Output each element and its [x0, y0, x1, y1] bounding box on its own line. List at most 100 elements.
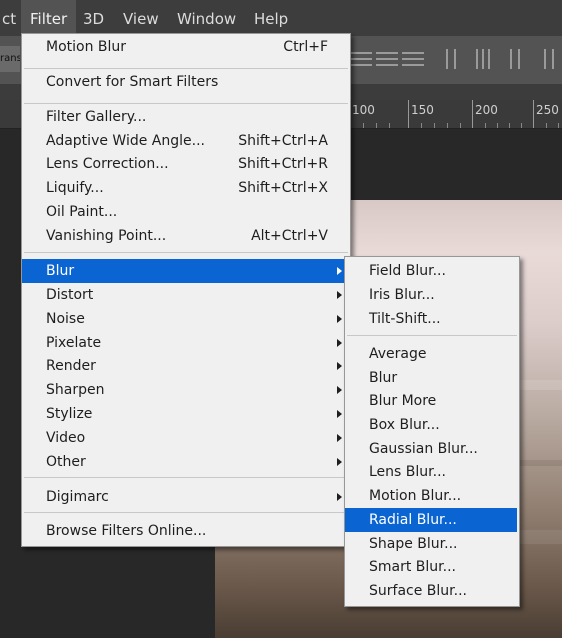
- menu-item-render[interactable]: Render: [22, 354, 350, 378]
- menu-item-label: Oil Paint...: [46, 204, 118, 220]
- menu-item-label: Convert for Smart Filters: [46, 74, 219, 90]
- align-center-icon[interactable]: [472, 49, 494, 69]
- menu-window[interactable]: Window: [168, 0, 245, 36]
- menu-item-label: Radial Blur...: [369, 512, 457, 528]
- ruler-label: 150: [411, 103, 434, 117]
- menu-item-label: Smart Blur...: [369, 559, 456, 575]
- menu-item-label: Liquify...: [46, 180, 104, 196]
- menu-item-liquify[interactable]: Liquify... Shift+Ctrl+X: [22, 176, 350, 200]
- menu-item-label: Shape Blur...: [369, 536, 458, 552]
- menu-item-digimarc[interactable]: Digimarc: [22, 485, 350, 509]
- menu-item-vanishing-point[interactable]: Vanishing Point... Alt+Ctrl+V: [22, 224, 350, 248]
- menu-item-label: Iris Blur...: [369, 287, 435, 303]
- align-top-icon[interactable]: [350, 49, 372, 69]
- menu-item-label: Stylize: [46, 406, 93, 422]
- menu-item-browse-filters-online[interactable]: Browse Filters Online...: [22, 519, 350, 543]
- menu-item-label: Noise: [46, 311, 85, 327]
- menu-item-label: Motion Blur...: [369, 488, 462, 504]
- menu-item-video[interactable]: Video: [22, 426, 350, 450]
- menu-item-label: Field Blur...: [369, 263, 446, 279]
- menu-item-stylize[interactable]: Stylize: [22, 402, 350, 426]
- menu-item-pixelate[interactable]: Pixelate: [22, 331, 350, 355]
- menu-item-lens-blur[interactable]: Lens Blur...: [345, 460, 519, 484]
- menu-item-shortcut: Alt+Ctrl+V: [251, 228, 328, 244]
- menu-item-label: Tilt-Shift...: [369, 311, 441, 327]
- menu-item-label: Other: [46, 454, 86, 470]
- menu-3d[interactable]: 3D: [74, 0, 113, 36]
- menu-view[interactable]: View: [114, 0, 168, 36]
- transform-controls-field[interactable]: rans: [0, 46, 20, 72]
- menu-item-other[interactable]: Other: [22, 450, 350, 474]
- menu-item-label: Blur: [46, 263, 75, 279]
- ruler-label: 100: [352, 103, 375, 117]
- menu-item-label: Filter Gallery...: [46, 109, 147, 125]
- menu-item-label: Render: [46, 358, 96, 374]
- menu-item-blur[interactable]: Blur: [22, 259, 350, 283]
- menu-item-convert-smart-filters[interactable]: Convert for Smart Filters: [22, 70, 350, 94]
- menu-item-blur-more[interactable]: Blur More: [345, 389, 519, 413]
- menu-item-iris-blur[interactable]: Iris Blur...: [345, 283, 519, 307]
- submenu-arrow-icon: [337, 362, 342, 370]
- menu-item-filter-gallery[interactable]: Filter Gallery...: [22, 105, 350, 129]
- menu-item-label: Lens Blur...: [369, 464, 446, 480]
- submenu-arrow-icon: [337, 386, 342, 394]
- menu-item-smart-blur[interactable]: Smart Blur...: [345, 555, 519, 579]
- menu-item-shortcut: Ctrl+F: [283, 39, 328, 55]
- menu-item-lens-correction[interactable]: Lens Correction... Shift+Ctrl+R: [22, 152, 350, 176]
- menu-item-blur-simple[interactable]: Blur: [345, 366, 519, 390]
- menu-item-radial-blur[interactable]: Radial Blur...: [345, 508, 517, 532]
- menu-item-label: Vanishing Point...: [46, 228, 167, 244]
- menu-item-surface-blur[interactable]: Surface Blur...: [345, 579, 519, 603]
- menu-item-label: Browse Filters Online...: [46, 523, 207, 539]
- menu-item-label: Sharpen: [46, 382, 105, 398]
- distribute-icon[interactable]: [540, 49, 562, 69]
- ruler-label: 200: [475, 103, 498, 117]
- menu-help[interactable]: Help: [245, 0, 297, 36]
- menu-item-label: Average: [369, 346, 427, 362]
- menu-item-shortcut: Shift+Ctrl+X: [238, 180, 328, 196]
- menu-item-shortcut: Shift+Ctrl+R: [238, 156, 328, 172]
- menu-item-label: Blur: [369, 370, 398, 386]
- menu-item-label: Motion Blur: [46, 39, 127, 55]
- align-bottom-icon[interactable]: [402, 49, 424, 69]
- menu-item-label: Distort: [46, 287, 94, 303]
- align-toolbar: [350, 36, 562, 84]
- menu-bar: ct Filter 3D View Window Help: [0, 0, 562, 36]
- menu-item-label: Gaussian Blur...: [369, 441, 478, 457]
- submenu-arrow-icon: [337, 458, 342, 466]
- align-left-icon[interactable]: [444, 49, 466, 69]
- menu-item-label: Adaptive Wide Angle...: [46, 133, 205, 149]
- menu-item-label: Box Blur...: [369, 417, 440, 433]
- menu-item-label: Surface Blur...: [369, 583, 467, 599]
- menu-item-distort[interactable]: Distort: [22, 283, 350, 307]
- submenu-arrow-icon: [337, 339, 342, 347]
- menu-item-field-blur[interactable]: Field Blur...: [345, 259, 519, 283]
- align-right-icon[interactable]: [500, 49, 522, 69]
- menu-item-label: Video: [46, 430, 86, 446]
- menu-item-label: Digimarc: [46, 489, 109, 505]
- menu-item-noise[interactable]: Noise: [22, 307, 350, 331]
- ruler-label: 250: [536, 103, 559, 117]
- menu-item-tilt-shift[interactable]: Tilt-Shift...: [345, 307, 519, 331]
- align-middle-icon[interactable]: [376, 49, 398, 69]
- menu-item-average[interactable]: Average: [345, 342, 519, 366]
- menu-filter[interactable]: Filter: [21, 0, 77, 36]
- submenu-arrow-icon: [337, 267, 342, 275]
- submenu-arrow-icon: [337, 291, 342, 299]
- menu-item-last-filter[interactable]: Motion Blur Ctrl+F: [22, 35, 350, 59]
- menu-item-gaussian-blur[interactable]: Gaussian Blur...: [345, 437, 519, 461]
- filter-menu: Motion Blur Ctrl+F Convert for Smart Fil…: [21, 33, 351, 547]
- menu-item-adaptive-wide-angle[interactable]: Adaptive Wide Angle... Shift+Ctrl+A: [22, 129, 350, 153]
- menu-item-shape-blur[interactable]: Shape Blur...: [345, 532, 519, 556]
- submenu-arrow-icon: [337, 493, 342, 501]
- submenu-arrow-icon: [337, 410, 342, 418]
- menu-item-oil-paint[interactable]: Oil Paint...: [22, 200, 350, 224]
- menu-item-sharpen[interactable]: Sharpen: [22, 378, 350, 402]
- blur-submenu: Field Blur... Iris Blur... Tilt-Shift...…: [344, 256, 520, 607]
- menu-item-box-blur[interactable]: Box Blur...: [345, 413, 519, 437]
- menu-item-label: Blur More: [369, 393, 437, 409]
- submenu-arrow-icon: [337, 315, 342, 323]
- menu-item-motion-blur[interactable]: Motion Blur...: [345, 484, 519, 508]
- menu-item-label: Lens Correction...: [46, 156, 169, 172]
- menu-item-label: Pixelate: [46, 335, 102, 351]
